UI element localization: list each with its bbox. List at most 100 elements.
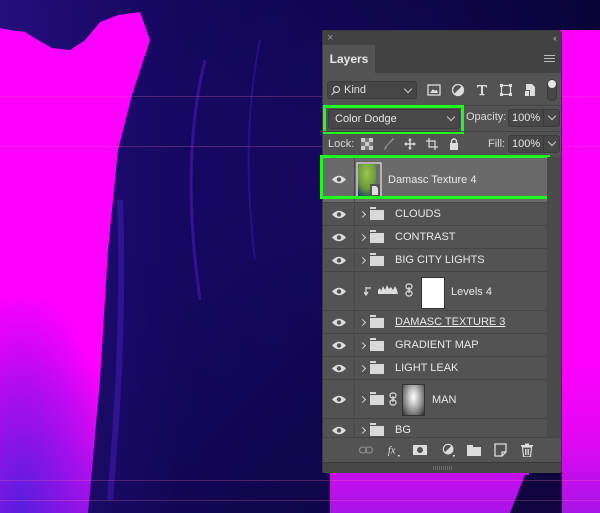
fill-label: Fill: <box>488 138 506 150</box>
folder-icon <box>370 361 384 374</box>
panel-footer: fx <box>323 437 561 462</box>
layer-row-contrast[interactable]: CONTRAST <box>323 226 547 249</box>
lock-artboard-icon[interactable] <box>426 138 438 150</box>
layer-name: CLOUDS <box>395 208 441 220</box>
double-chevron-left-icon[interactable]: ‹‹ <box>553 31 557 45</box>
layer-mask-thumbnail[interactable] <box>421 277 445 309</box>
eye-icon[interactable] <box>332 426 346 435</box>
filter-toggle[interactable] <box>547 79 557 101</box>
eye-icon[interactable] <box>332 364 346 373</box>
lock-transparent-pixels-icon[interactable] <box>361 138 373 150</box>
layer-row-gradient-map[interactable]: GRADIENT MAP <box>323 334 547 357</box>
image-filter-icon[interactable] <box>427 83 441 97</box>
layer-row-damasc-texture-3[interactable]: DAMASC TEXTURE 3 <box>323 311 547 334</box>
scanline <box>0 500 600 501</box>
new-group-icon[interactable] <box>467 443 481 457</box>
layer-mask-thumbnail[interactable] <box>402 384 425 416</box>
close-icon[interactable]: × <box>327 31 333 45</box>
layer-row-man[interactable]: MAN <box>323 380 547 419</box>
chevron-down-icon <box>446 112 456 122</box>
eye-icon[interactable] <box>332 233 346 242</box>
fill-input[interactable]: 100% <box>508 135 544 153</box>
expand-group-icon[interactable] <box>358 210 367 219</box>
chevron-down-icon <box>547 111 557 121</box>
layer-row-light-leak[interactable]: LIGHT LEAK <box>323 357 547 380</box>
layer-row-damasc-texture-4[interactable]: Damasc Texture 4 <box>323 157 547 203</box>
new-layer-icon[interactable] <box>494 443 508 457</box>
eye-icon[interactable] <box>332 287 346 296</box>
fx-icon[interactable]: fx <box>386 443 402 457</box>
layer-name: CONTRAST <box>395 231 456 243</box>
eye-icon[interactable] <box>332 256 346 265</box>
visibility-cell <box>323 203 355 225</box>
opacity-input[interactable]: 100% <box>508 109 544 127</box>
tab-layers[interactable]: Layers <box>323 45 375 73</box>
layer-row-big-city-lights[interactable]: BIG CITY LIGHTS <box>323 249 547 272</box>
visibility-cell <box>323 272 355 310</box>
layer-row-clouds[interactable]: CLOUDS <box>323 203 547 226</box>
layer-name: Damasc Texture 4 <box>388 174 477 186</box>
folder-icon <box>370 338 384 351</box>
search-icon <box>333 86 340 93</box>
layer-name: LIGHT LEAK <box>395 362 459 374</box>
scanline <box>0 480 600 481</box>
eye-icon[interactable] <box>332 395 346 404</box>
layer-name: BIG CITY LIGHTS <box>395 254 485 266</box>
layer-name: DAMASC TEXTURE 3 <box>395 316 506 328</box>
lock-row: Lock: Fill: 100% <box>323 131 561 157</box>
visibility-cell <box>323 334 355 356</box>
adjustment-filter-icon[interactable] <box>451 83 465 97</box>
panel-tabbar: Layers <box>323 45 561 73</box>
adjustment-layer-icon[interactable] <box>441 443 457 457</box>
eye-icon[interactable] <box>332 175 346 184</box>
layers-scrollbar[interactable] <box>547 157 561 437</box>
mask-link-icon[interactable] <box>405 283 413 297</box>
mask-link-icon[interactable] <box>389 392 397 406</box>
folder-icon <box>370 315 384 328</box>
opacity-label: Opacity: <box>466 111 507 123</box>
layer-name: MAN <box>432 394 457 406</box>
filter-row: Kind <box>323 73 561 105</box>
expand-group-icon[interactable] <box>358 233 367 242</box>
blend-mode-value: Color Dodge <box>335 113 397 125</box>
lock-label: Lock: <box>328 138 355 150</box>
visibility-cell <box>323 226 355 248</box>
expand-group-icon[interactable] <box>358 395 367 404</box>
eye-icon[interactable] <box>332 341 346 350</box>
link-layers-icon[interactable] <box>359 443 373 457</box>
panel-menu-icon[interactable] <box>544 55 555 63</box>
expand-group-icon[interactable] <box>358 341 367 350</box>
kind-filter-select[interactable]: Kind <box>327 81 417 99</box>
eye-icon[interactable] <box>332 210 346 219</box>
fill-dropdown[interactable] <box>544 135 560 153</box>
expand-group-icon[interactable] <box>358 426 367 435</box>
blend-mode-select[interactable]: Color Dodge <box>328 109 460 129</box>
eye-icon[interactable] <box>332 318 346 327</box>
folder-icon <box>370 253 384 266</box>
lock-all-icon[interactable] <box>448 138 460 150</box>
expand-group-icon[interactable] <box>358 318 367 327</box>
lock-position-icon[interactable] <box>404 138 416 150</box>
visibility-cell <box>323 357 355 379</box>
layers-panel: × ‹‹ Layers Kind Color Dodge Opacity: 10… <box>320 30 562 473</box>
folder-icon <box>370 423 384 436</box>
smart-object-filter-icon[interactable] <box>523 83 537 97</box>
delete-icon[interactable] <box>520 443 534 457</box>
expand-group-icon[interactable] <box>358 364 367 373</box>
layer-name: GRADIENT MAP <box>395 339 479 351</box>
shape-filter-icon[interactable] <box>499 83 513 97</box>
layer-name: BG <box>395 424 411 436</box>
layer-row-levels-4[interactable]: Levels 4 <box>323 272 547 311</box>
folder-icon <box>370 392 384 405</box>
blend-row: Color Dodge Opacity: 100% <box>323 105 561 134</box>
add-mask-icon[interactable] <box>413 443 427 457</box>
smart-object-thumbnail <box>356 162 382 198</box>
lock-image-pixels-icon[interactable] <box>383 138 395 150</box>
expand-group-icon[interactable] <box>358 256 367 265</box>
type-filter-icon[interactable] <box>475 83 489 97</box>
opacity-dropdown[interactable] <box>544 109 560 127</box>
kind-filter-label: Kind <box>344 84 367 96</box>
layer-name: Levels 4 <box>451 286 492 298</box>
panel-titlebar[interactable]: × ‹‹ <box>323 31 561 45</box>
panel-resize-grip[interactable] <box>323 462 561 473</box>
